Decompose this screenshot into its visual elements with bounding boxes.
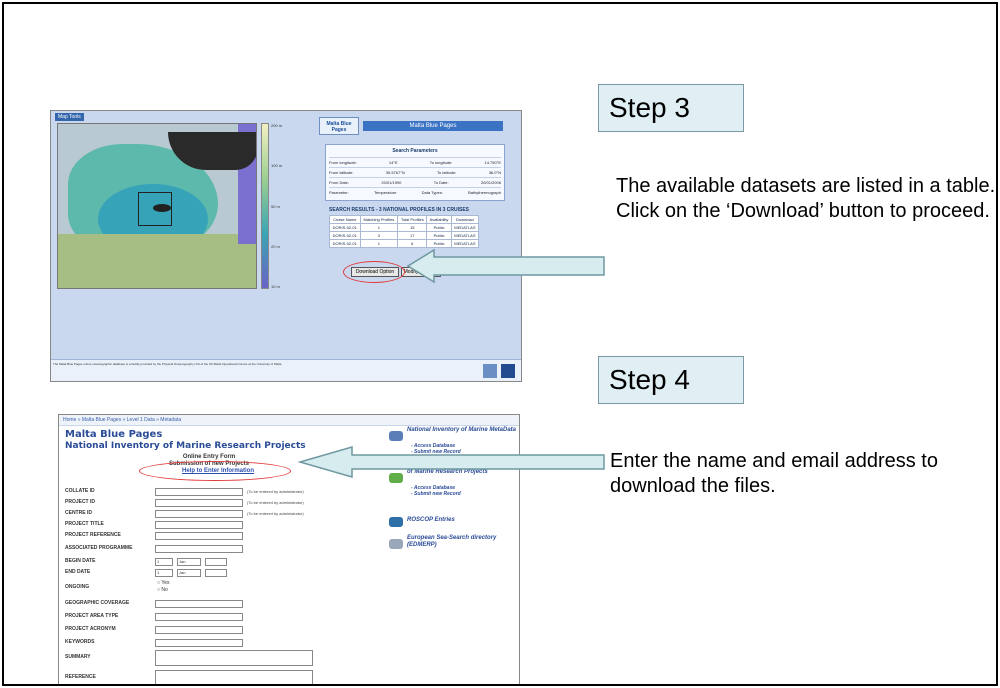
step-3-arrow [406,248,605,284]
step-4-arrow [297,446,605,478]
callout-arrows [297,248,605,478]
slide: Map Tools 200 m 100 m 50 m 20 m 10 m Mal… [2,2,998,686]
